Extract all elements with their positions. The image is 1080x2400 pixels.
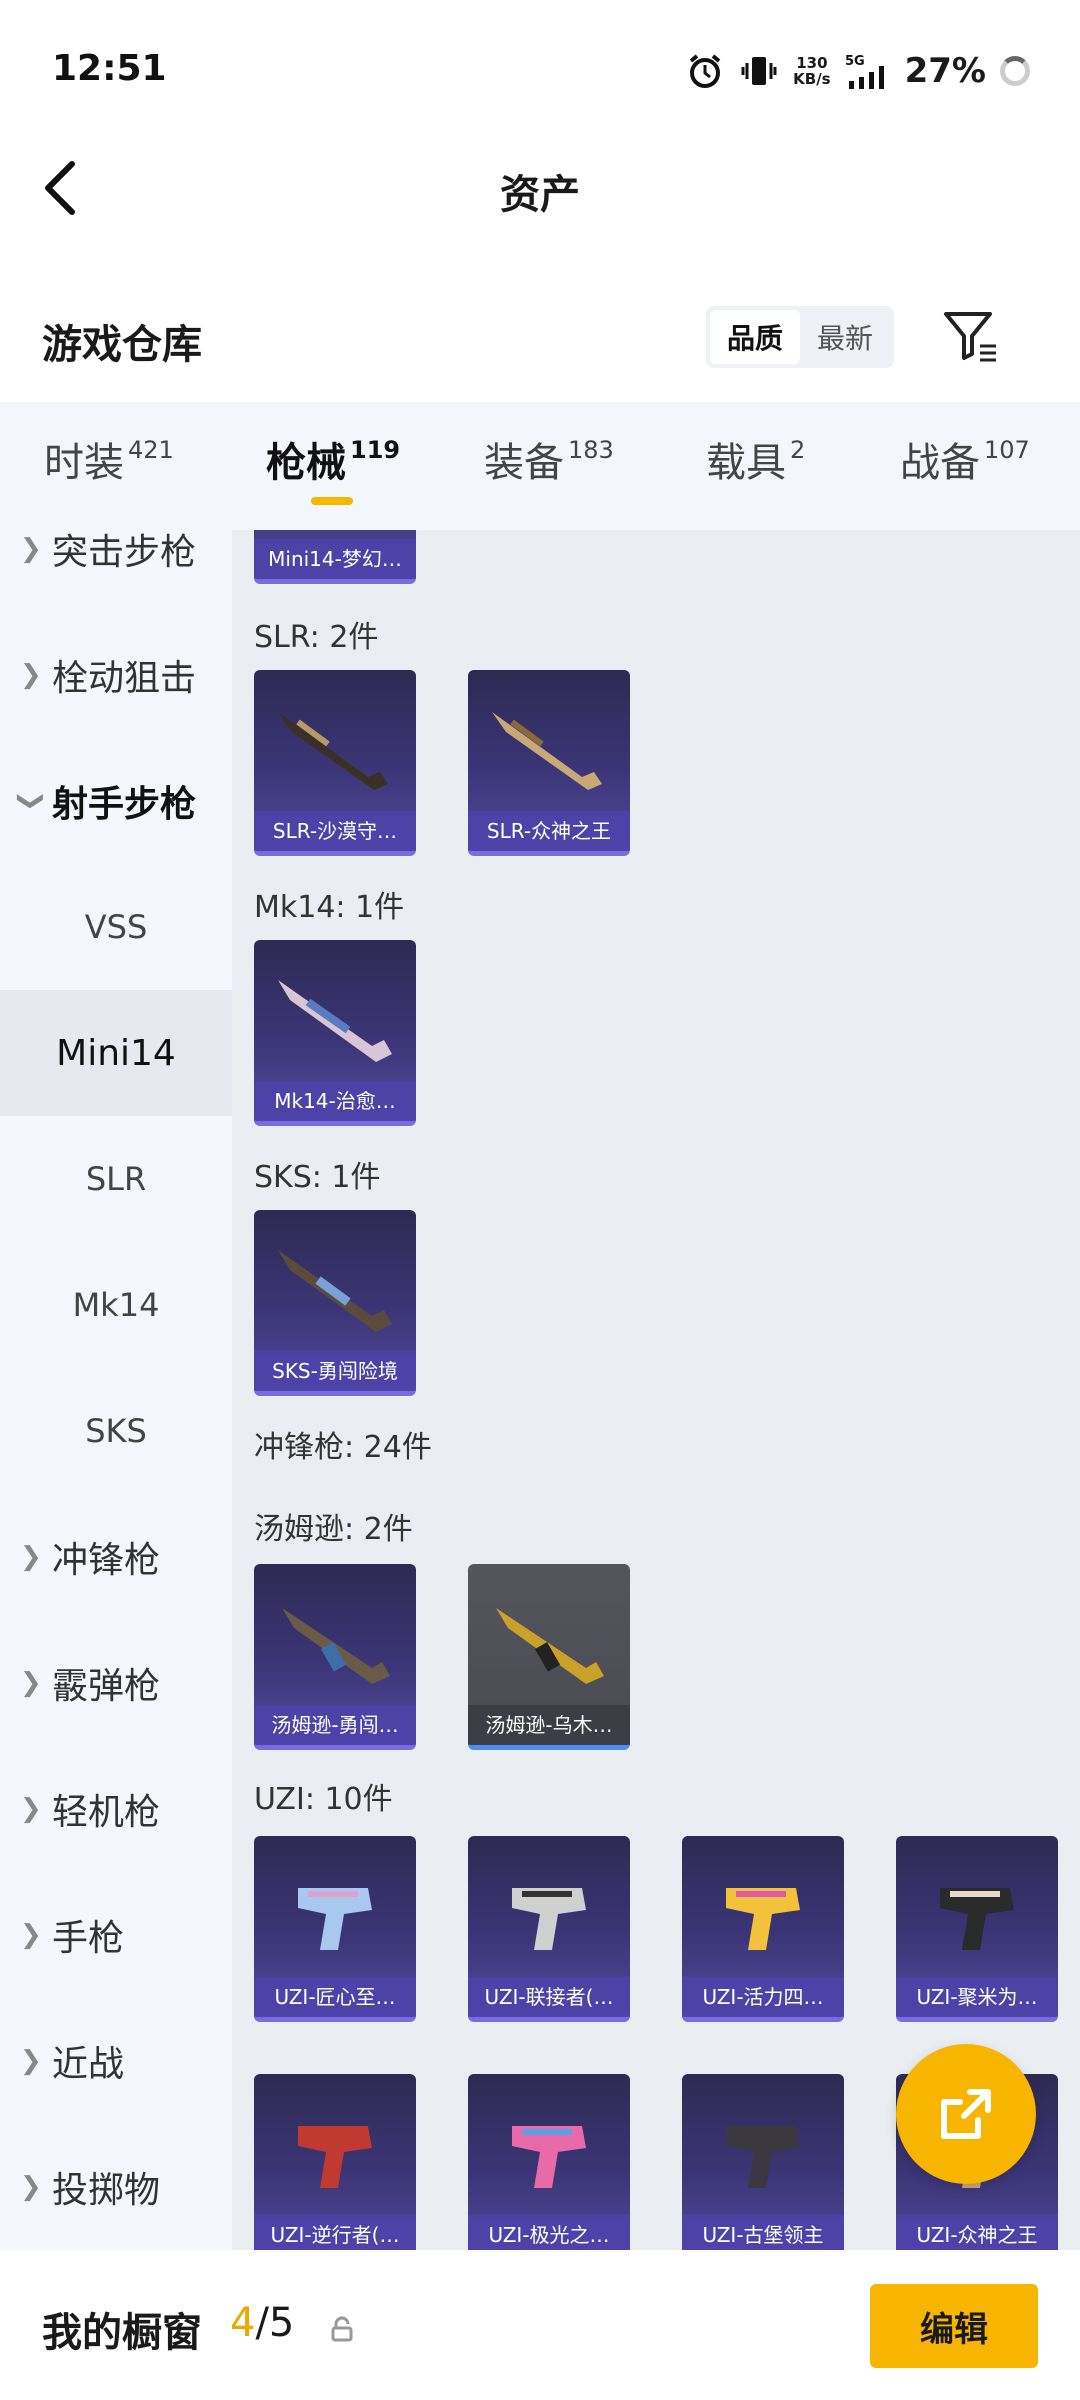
item-card[interactable]: UZI-极光之… [468,2074,630,2250]
status-bar: 12:51 130 KB/s 5G 27% [0,0,1080,140]
item-card[interactable]: UZI-逆行者(… [254,2074,416,2250]
share-icon [941,2089,991,2139]
chevron-down-icon: ❯ [15,790,46,812]
sidebar-sub-mk14[interactable]: Mk14 [0,1242,232,1368]
page-title: 资产 [500,172,580,218]
pistol-icon [726,1888,800,1950]
status-icons: 130 KB/s 5G 27% [685,48,1030,94]
sidebar-item-smg[interactable]: ❯ 冲锋枪 [0,1494,232,1620]
pistol-icon [512,2126,586,2188]
title-bar: 资产 [0,140,1080,240]
sidebar-item-shotgun[interactable]: ❯ 霰弹枪 [0,1620,232,1746]
sidebar-sub-mini14[interactable]: Mini14 [0,990,232,1116]
sidebar-item-marksman-rifle[interactable]: ❯ 射手步枪 [0,738,232,864]
tab-guns[interactable]: 枪械 119 [266,430,400,488]
item-card[interactable]: SLR-众神之王 [468,670,630,856]
net-speed: 130 KB/s [793,54,831,88]
showcase-label: 我的橱窗 [42,2310,202,2356]
battery-percent: 27% [904,51,986,91]
item-card[interactable]: UZI-联接者(… [468,1836,630,2022]
sidebar-item-assault-rifle[interactable]: ❯ 突击步枪 [0,530,232,612]
warehouse-title: 游戏仓库 [42,322,202,368]
section-label-slr: SLR: 2件 [254,620,379,655]
tab-fashion[interactable]: 时装 421 [44,430,174,488]
warehouse-header: 游戏仓库 品质 最新 [0,290,1080,390]
chevron-right-icon: ❯ [20,2046,42,2076]
share-fab[interactable] [896,2044,1036,2184]
sort-newest-button[interactable]: 最新 [800,310,890,364]
filter-icon[interactable] [940,306,1000,366]
rifle-icon [492,712,602,790]
chevron-right-icon: ❯ [20,2172,42,2202]
item-card[interactable]: 汤姆逊-勇闯… [254,1564,416,1750]
active-tab-indicator [311,497,353,505]
sort-quality-button[interactable]: 品质 [710,310,800,364]
chevron-right-icon: ❯ [20,1794,42,1824]
rifle-icon [278,980,392,1062]
sidebar-item-pistol[interactable]: ❯ 手枪 [0,1872,232,1998]
sidebar-sub-sks[interactable]: SKS [0,1368,232,1494]
pistol-icon [940,1888,1014,1950]
edit-button[interactable]: 编辑 [870,2284,1038,2368]
section-label-thompson: 汤姆逊: 2件 [254,1512,413,1547]
lock-icon [331,2316,353,2342]
category-tabs: 时装 421 枪械 119 装备 183 载具 2 战备 107 [0,402,1080,530]
svg-text:5G: 5G [845,54,865,69]
rifle-icon [282,1608,390,1684]
alarm-icon [689,54,721,88]
rifle-icon [278,1250,392,1332]
status-time: 12:51 [52,48,167,89]
item-card[interactable]: UZI-聚米为… [896,1836,1058,2022]
chevron-right-icon: ❯ [20,1920,42,1950]
chevron-right-icon: ❯ [20,1542,42,1572]
item-card[interactable]: Mini14-梦幻… [254,530,416,584]
item-card[interactable]: UZI-活力四… [682,1836,844,2022]
section-label-mk14: Mk14: 1件 [254,890,405,925]
pistol-icon [512,1888,586,1950]
signal-icon: 5G [845,54,884,89]
chevron-right-icon: ❯ [20,660,42,690]
item-card[interactable]: 汤姆逊-乌木… [468,1564,630,1750]
rifle-icon [496,1608,604,1684]
section-label-uzi: UZI: 10件 [254,1782,393,1817]
pistol-icon [726,2126,800,2188]
tab-equipment[interactable]: 装备 183 [484,430,614,488]
item-card[interactable]: UZI-古堡领主 [682,2074,844,2250]
tab-supplies[interactable]: 战备 107 [900,430,1030,488]
sort-toggle: 品质 最新 [706,306,894,368]
rifle-icon [278,712,388,790]
section-label-smg: 冲锋枪: 24件 [254,1430,432,1465]
pistol-icon [298,2126,372,2188]
section-label-sks: SKS: 1件 [254,1160,381,1195]
sidebar-sub-slr[interactable]: SLR [0,1116,232,1242]
sidebar-item-melee[interactable]: ❯ 近战 [0,1998,232,2124]
item-grid: Mini14-梦幻… SLR: 2件 SLR-沙漠守… SLR-众神之王 Mk1… [232,530,1080,2250]
pistol-icon [298,1888,372,1950]
chevron-right-icon: ❯ [20,1668,42,1698]
vibrate-icon [741,57,777,85]
sidebar-sub-vss[interactable]: VSS [0,864,232,990]
battery-icon [1000,56,1030,86]
item-card[interactable]: Mk14-治愈… [254,940,416,1126]
item-card[interactable]: SLR-沙漠守… [254,670,416,856]
sidebar-item-lmg[interactable]: ❯ 轻机枪 [0,1746,232,1872]
weapon-sidebar: ❯ 突击步枪 ❯ 栓动狙击 ❯ 射手步枪 VSS Mini14 SLR Mk14 SK… [0,530,232,2250]
sidebar-item-bolt-sniper[interactable]: ❯ 栓动狙击 [0,612,232,738]
tab-vehicles[interactable]: 载具 2 [706,430,805,488]
item-card[interactable]: UZI-匠心至… [254,1836,416,2022]
item-card[interactable]: SKS-勇闯险境 [254,1210,416,1396]
chevron-right-icon: ❯ [20,534,42,564]
sidebar-item-throwable[interactable]: ❯ 投掷物 [0,2124,232,2250]
showcase-count: 4/5 [230,2300,295,2346]
showcase-bar: 我的橱窗 4/5 编辑 [0,2250,1080,2400]
